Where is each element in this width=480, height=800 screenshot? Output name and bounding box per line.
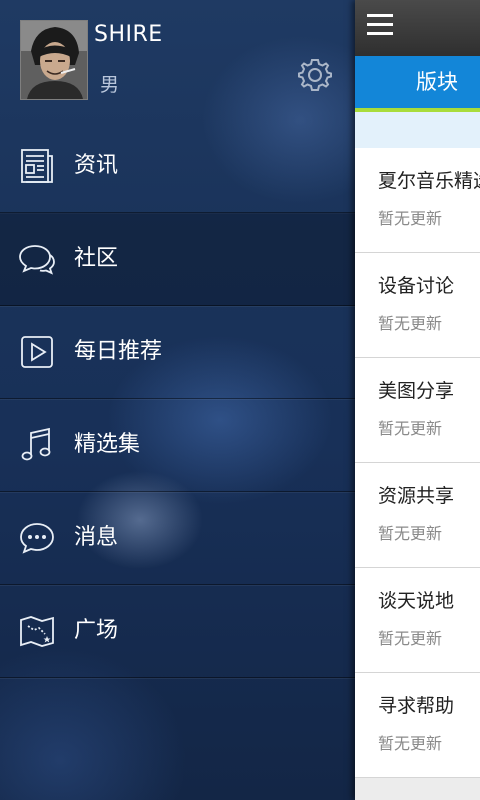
menu-item-collection[interactable]: 精选集 (0, 399, 355, 492)
menu-toggle-button[interactable] (367, 14, 393, 36)
board-status: 暂无更新 (378, 314, 443, 333)
chat-bubble-icon (19, 245, 55, 275)
list-item[interactable]: 谈天说地 暂无更新 (355, 568, 480, 673)
menu-item-community[interactable]: 社区 (0, 213, 355, 306)
list-item[interactable]: 设备讨论 暂无更新 (355, 253, 480, 358)
list-item[interactable]: 资源共享 暂无更新 (355, 463, 480, 568)
hamburger-line (367, 23, 393, 26)
board-status: 暂无更新 (378, 419, 443, 438)
drawer-menu: 资讯 社区 每日推荐 精选集 消息 广场 (0, 120, 355, 678)
board-title: 谈天说地 (378, 590, 455, 612)
menu-item-news[interactable]: 资讯 (0, 120, 355, 213)
menu-label-plaza: 广场 (74, 618, 119, 643)
avatar[interactable] (20, 20, 88, 100)
sub-header-strip (355, 112, 480, 148)
hamburger-line (367, 14, 393, 17)
board-title: 资源共享 (378, 485, 455, 507)
menu-label-collection: 精选集 (74, 432, 141, 457)
main-content-panel: 版块 夏尔音乐精选 暂无更新 设备讨论 暂无更新 美图分享 暂无更新 资源共享 … (355, 0, 480, 800)
menu-label-messages: 消息 (74, 525, 119, 550)
menu-label-news: 资讯 (74, 153, 119, 178)
list-item[interactable]: 夏尔音乐精选 暂无更新 (355, 148, 480, 253)
board-status: 暂无更新 (378, 209, 443, 228)
message-icon (20, 523, 54, 554)
board-list: 夏尔音乐精选 暂无更新 设备讨论 暂无更新 美图分享 暂无更新 资源共享 暂无更… (355, 148, 480, 778)
profile-header[interactable]: SHIRE 男 (0, 0, 355, 120)
tab-boards[interactable]: 版块 (416, 68, 458, 96)
board-status: 暂无更新 (378, 524, 443, 543)
map-icon (20, 616, 54, 647)
music-note-icon (21, 427, 51, 461)
profile-name: SHIRE (94, 22, 163, 47)
top-action-bar (355, 0, 480, 56)
board-title: 寻求帮助 (378, 695, 455, 717)
navigation-drawer: SHIRE 男 资讯 社区 每日推荐 精选集 消息 广场 (0, 0, 355, 800)
settings-button[interactable] (296, 56, 334, 94)
board-title: 夏尔音乐精选 (378, 170, 480, 192)
avatar-image (21, 21, 87, 99)
list-item[interactable]: 寻求帮助 暂无更新 (355, 673, 480, 778)
app-screen: SHIRE 男 资讯 社区 每日推荐 精选集 消息 广场 版块 夏尔音乐精 暂无… (0, 0, 480, 800)
menu-label-daily-recommend: 每日推荐 (74, 339, 163, 364)
profile-gender: 男 (100, 74, 120, 96)
news-icon (21, 149, 53, 183)
menu-label-community: 社区 (74, 246, 119, 271)
board-status: 暂无更新 (378, 629, 443, 648)
menu-item-messages[interactable]: 消息 (0, 492, 355, 585)
menu-item-plaza[interactable]: 广场 (0, 585, 355, 678)
menu-item-daily-recommend[interactable]: 每日推荐 (0, 306, 355, 399)
board-status: 暂无更新 (378, 734, 443, 753)
list-item[interactable]: 美图分享 暂无更新 (355, 358, 480, 463)
board-title: 设备讨论 (378, 275, 455, 297)
gear-icon (298, 59, 332, 91)
play-icon (21, 336, 53, 368)
tab-bar: 版块 (355, 56, 480, 112)
board-title: 美图分享 (378, 380, 455, 402)
hamburger-line (367, 32, 393, 35)
